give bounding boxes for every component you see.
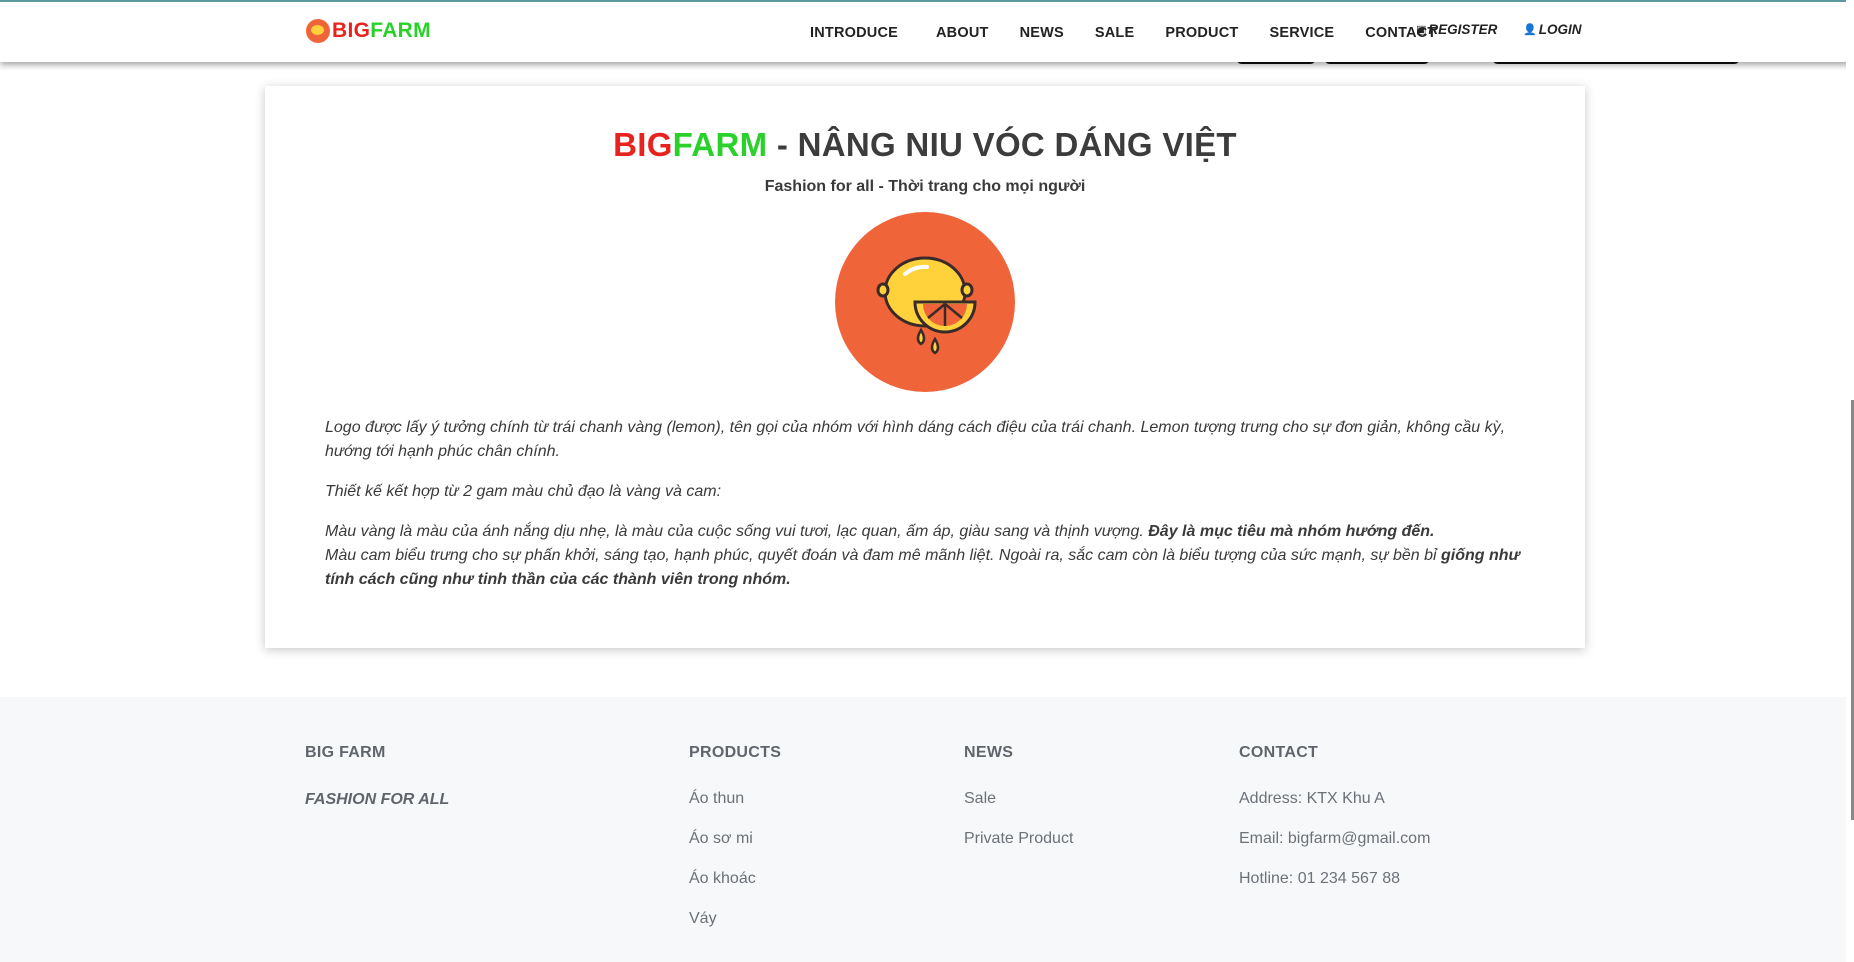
id-card-icon: ▣ — [1416, 24, 1427, 36]
main-nav: INTRODUCE ABOUT NEWS SALE PRODUCT SERVIC… — [810, 25, 1467, 41]
footer-link[interactable]: Private Product — [964, 831, 1073, 847]
intro-content: Logo được lấy ý tưởng chính từ trái chan… — [325, 416, 1531, 608]
footer-heading: BIG FARM — [305, 744, 386, 761]
footer-contact-column: CONTACT Address: KTX Khu A Email: bigfar… — [1239, 744, 1430, 887]
nav-sale[interactable]: SALE — [1095, 25, 1134, 41]
intro-card: BIGFARM - NÂNG NIU VÓC DÁNG VIỆT Fashion… — [265, 86, 1585, 648]
login-link[interactable]: 👤 LOGIN — [1523, 22, 1581, 37]
footer-link[interactable]: Áo khoác — [689, 871, 781, 887]
page-subtitle: Fashion for all - Thời trang cho mọi ngư… — [764, 178, 1086, 195]
page-title: BIGFARM - NÂNG NIU VÓC DÁNG VIỆT — [613, 126, 1237, 163]
footer-brand-column: BIG FARM FASHION FOR ALL — [305, 744, 449, 809]
color-description: Màu vàng là màu của ánh nắng dịu nhẹ, là… — [325, 523, 1520, 588]
nav-product[interactable]: PRODUCT — [1165, 25, 1238, 41]
nav-news[interactable]: NEWS — [1020, 25, 1064, 41]
footer-heading: NEWS — [964, 744, 1014, 761]
scrollbar[interactable] — [1846, 0, 1854, 962]
nav-introduce[interactable]: INTRODUCE — [810, 25, 898, 41]
footer-link[interactable]: Váy — [689, 911, 781, 927]
footer-contact-email[interactable]: Email: bigfarm@gmail.com — [1239, 831, 1430, 847]
nav-about[interactable]: ABOUT — [936, 25, 989, 41]
brand-logo-link[interactable]: BIGFARM — [306, 19, 431, 43]
intro-paragraph: Thiết kế kết hợp từ 2 gam màu chủ đạo là… — [325, 483, 722, 500]
brand-name: BIGFARM — [332, 19, 431, 42]
footer-heading: PRODUCTS — [689, 744, 782, 761]
nav-service[interactable]: SERVICE — [1269, 25, 1334, 41]
register-link[interactable]: ▣ REGISTER — [1416, 22, 1497, 37]
footer-link[interactable]: Sale — [964, 791, 1073, 807]
footer-heading: CONTACT — [1239, 744, 1319, 761]
footer-products-column: PRODUCTS Áo thun Áo sơ mi Áo khoác Váy — [689, 744, 781, 927]
lemon-logo-icon — [835, 212, 1015, 392]
footer-contact-address: Address: KTX Khu A — [1239, 790, 1385, 807]
footer-link[interactable]: Áo sơ mi — [689, 831, 781, 847]
top-navbar: BIGFARM INTRODUCE ABOUT NEWS SALE PRODUC… — [0, 0, 1854, 62]
lemon-logo-icon — [306, 19, 330, 43]
site-footer: BIG FARM FASHION FOR ALL PRODUCTS Áo thu… — [0, 697, 1854, 962]
footer-news-column: NEWS Sale Private Product — [964, 744, 1073, 847]
user-icon: 👤 — [1523, 24, 1537, 36]
footer-link[interactable]: Áo thun — [689, 791, 781, 807]
intro-paragraph: Logo được lấy ý tưởng chính từ trái chan… — [325, 419, 1506, 460]
footer-slogan: FASHION FOR ALL — [305, 791, 450, 808]
footer-contact-hotline[interactable]: Hotline: 01 234 567 88 — [1239, 871, 1430, 887]
